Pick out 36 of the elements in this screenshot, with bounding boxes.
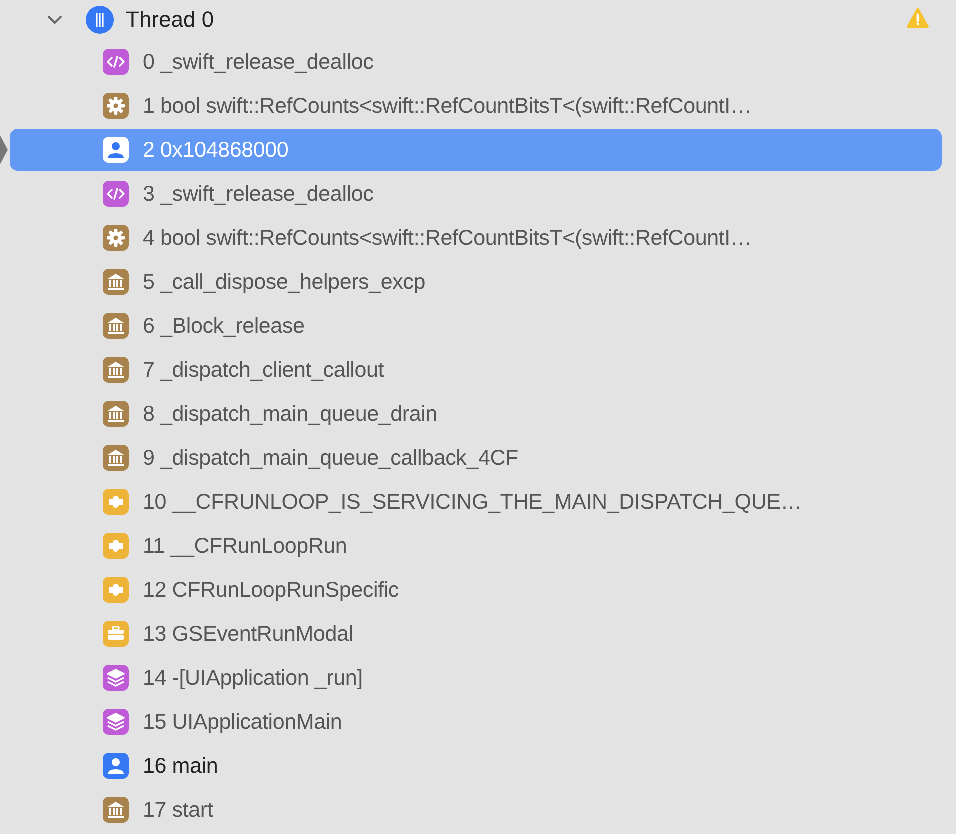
stack-frame-row[interactable]: 14 -[UIApplication _run] [10, 657, 942, 699]
stack-frame-row[interactable]: 6 _Block_release [10, 305, 942, 347]
current-frame-marker [0, 135, 8, 165]
stack-frame-row[interactable]: 11 __CFRunLoopRun [10, 525, 942, 567]
stack-frame-row[interactable]: 17 start [10, 789, 942, 831]
stack-frame-row[interactable]: 15 UIApplicationMain [10, 701, 942, 743]
person-icon [103, 137, 129, 163]
building-icon [103, 445, 129, 471]
stack-frame-row[interactable]: 7 _dispatch_client_callout [10, 349, 942, 391]
stack-frame-row[interactable]: 10 __CFRUNLOOP_IS_SERVICING_THE_MAIN_DISPATCH_QUE… [10, 481, 942, 523]
stack-frame-row[interactable]: 8 _dispatch_main_queue_drain [10, 393, 942, 435]
building-icon [103, 797, 129, 823]
layers-icon [103, 709, 129, 735]
toolbox-icon [103, 621, 129, 647]
stack-frame-row[interactable]: 12 CFRunLoopRunSpecific [10, 569, 942, 611]
stack-frame-row[interactable]: 4 bool swift::RefCounts<swift::RefCountBitsT<(swift::RefCountI… [10, 217, 942, 259]
person-icon [103, 753, 129, 779]
stack-frame-row[interactable]: 5 _call_dispose_helpers_excp [10, 261, 942, 303]
building-icon [103, 401, 129, 427]
stack-frame-row[interactable]: 9 _dispatch_main_queue_callback_4CF [10, 437, 942, 479]
disclosure-chevron[interactable] [46, 13, 64, 27]
thread-icon [86, 6, 114, 34]
building-icon [103, 269, 129, 295]
code-icon [103, 49, 129, 75]
building-icon [103, 357, 129, 383]
stack-frame-row[interactable]: 13 GSEventRunModal [10, 613, 942, 655]
stack-frame-row[interactable]: 16 main [10, 745, 942, 787]
gear-icon [103, 93, 129, 119]
stack-frame-row[interactable]: 1 bool swift::RefCounts<swift::RefCountBitsT<(swift::RefCountI… [10, 85, 942, 127]
code-icon [103, 181, 129, 207]
stack-frame-row[interactable]: 0 _swift_release_dealloc [10, 41, 942, 83]
gear-icon [103, 225, 129, 251]
thread-label: Thread 0 [126, 7, 214, 33]
layers-icon [103, 665, 129, 691]
stack-frame-row[interactable]: 3 _swift_release_dealloc [10, 173, 942, 215]
building-icon [103, 313, 129, 339]
